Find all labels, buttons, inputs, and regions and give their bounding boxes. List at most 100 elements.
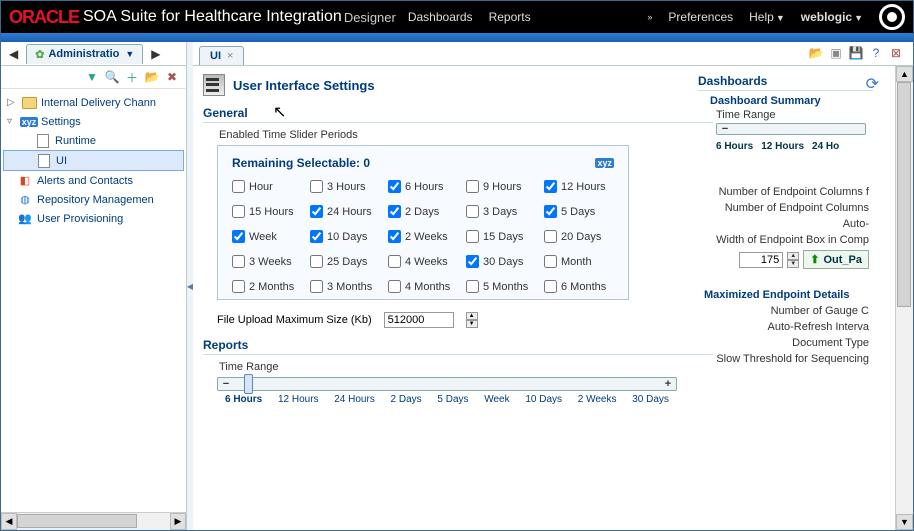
period-checkbox[interactable]: 3 Hours xyxy=(310,180,380,193)
scroll-left-button[interactable]: ◀ xyxy=(1,513,17,530)
period-checkbox[interactable]: 6 Months xyxy=(544,280,614,293)
close-tab-icon[interactable]: × xyxy=(227,50,233,62)
period-checkbox[interactable]: 10 Days xyxy=(310,230,380,243)
tree-alerts[interactable]: ◧ Alerts and Contacts xyxy=(3,171,184,190)
reports-time-slider[interactable]: − + xyxy=(217,377,677,391)
period-checkbox[interactable]: 5 Days xyxy=(544,205,614,218)
period-checkbox-input[interactable] xyxy=(544,280,557,293)
period-checkbox[interactable]: 30 Days xyxy=(466,255,536,268)
sidebar-hscrollbar[interactable]: ◀ ▶ xyxy=(1,512,186,530)
scroll-right-button[interactable]: ▶ xyxy=(170,513,186,530)
period-checkbox[interactable]: 24 Hours xyxy=(310,205,380,218)
tree-user-prov[interactable]: 👥 User Provisioning xyxy=(3,209,184,228)
search-icon[interactable]: 🔍 xyxy=(104,69,120,85)
filter-icon[interactable]: ▼ xyxy=(84,69,100,85)
period-checkbox[interactable]: 4 Months xyxy=(388,280,458,293)
period-checkbox-input[interactable] xyxy=(310,255,323,268)
spinner-down-icon[interactable]: ▼ xyxy=(787,260,799,268)
period-checkbox[interactable]: 20 Days xyxy=(544,230,614,243)
spinner-down-icon[interactable]: ▼ xyxy=(466,320,478,328)
add-icon[interactable]: ＋ xyxy=(124,69,140,85)
period-checkbox-input[interactable] xyxy=(310,180,323,193)
period-checkbox-input[interactable] xyxy=(232,230,245,243)
period-checkbox[interactable]: 3 Weeks xyxy=(232,255,302,268)
slider-plus-icon[interactable]: + xyxy=(662,378,674,390)
period-checkbox-input[interactable] xyxy=(310,205,323,218)
slider-minus-icon[interactable]: − xyxy=(220,378,232,390)
period-checkbox-input[interactable] xyxy=(466,255,479,268)
spinner-up-icon[interactable]: ▲ xyxy=(787,252,799,260)
tree-repo[interactable]: ◍ Repository Managemen xyxy=(3,190,184,209)
period-checkbox-input[interactable] xyxy=(466,280,479,293)
period-checkbox-input[interactable] xyxy=(388,180,401,193)
period-checkbox[interactable]: 5 Months xyxy=(466,280,536,293)
out-endpoint-button[interactable]: ⬆ Out_Pa xyxy=(803,250,869,269)
nav-dashboards[interactable]: Dashboards xyxy=(408,10,473,24)
width-input[interactable] xyxy=(739,252,783,268)
period-checkbox[interactable]: Hour xyxy=(232,180,302,193)
help-menu[interactable]: Help▼ xyxy=(749,10,785,24)
period-checkbox-input[interactable] xyxy=(232,205,245,218)
sidebar-tab-admin[interactable]: ✿ Administratio ▼ xyxy=(26,44,143,64)
tab-dropdown-icon[interactable]: ▼ xyxy=(125,49,134,59)
period-checkbox-input[interactable] xyxy=(232,280,245,293)
period-checkbox[interactable]: 4 Weeks xyxy=(388,255,458,268)
preferences-link[interactable]: Preferences xyxy=(668,10,733,24)
user-menu[interactable]: weblogic▼ xyxy=(801,10,863,24)
slider-thumb[interactable] xyxy=(244,374,253,394)
tree-internal-delivery[interactable]: ▷ Internal Delivery Chann xyxy=(3,93,184,112)
period-checkbox-input[interactable] xyxy=(310,230,323,243)
period-checkbox-input[interactable] xyxy=(544,180,557,193)
open-icon[interactable]: 📂 xyxy=(807,44,825,62)
period-checkbox[interactable]: 15 Days xyxy=(466,230,536,243)
collapse-icon[interactable]: ▿ xyxy=(7,116,17,127)
period-checkbox-input[interactable] xyxy=(232,255,245,268)
scroll-up-button[interactable]: ▲ xyxy=(896,66,913,82)
scroll-thumb[interactable] xyxy=(897,82,911,307)
period-checkbox-input[interactable] xyxy=(232,180,245,193)
period-checkbox-input[interactable] xyxy=(388,280,401,293)
scroll-thumb[interactable] xyxy=(17,514,137,528)
tree-settings[interactable]: ▿ xyz Settings xyxy=(3,112,184,131)
period-checkbox[interactable]: 15 Hours xyxy=(232,205,302,218)
expand-icon[interactable]: ▷ xyxy=(7,97,17,108)
tree-runtime[interactable]: Runtime xyxy=(3,131,184,150)
period-checkbox-input[interactable] xyxy=(310,280,323,293)
close-all-icon[interactable]: ⊠ xyxy=(887,44,905,62)
tab-next-button[interactable]: ▶ xyxy=(147,47,164,61)
delete-icon[interactable]: ✖ xyxy=(164,69,180,85)
scroll-down-button[interactable]: ▼ xyxy=(896,514,913,530)
period-checkbox[interactable]: 2 Days xyxy=(388,205,458,218)
period-checkbox-input[interactable] xyxy=(544,255,557,268)
period-checkbox[interactable]: 2 Weeks xyxy=(388,230,458,243)
period-checkbox[interactable]: 25 Days xyxy=(310,255,380,268)
nav-reports[interactable]: Reports xyxy=(489,10,531,24)
tab-prev-button[interactable]: ◀ xyxy=(5,47,22,61)
period-checkbox[interactable]: 3 Days xyxy=(466,205,536,218)
period-checkbox-input[interactable] xyxy=(466,230,479,243)
period-checkbox-input[interactable] xyxy=(466,205,479,218)
import-icon[interactable]: ▣ xyxy=(827,44,845,62)
spinner-up-icon[interactable]: ▲ xyxy=(466,312,478,320)
period-checkbox[interactable]: 12 Hours xyxy=(544,180,614,193)
period-checkbox-input[interactable] xyxy=(388,205,401,218)
period-checkbox[interactable]: Week xyxy=(232,230,302,243)
period-checkbox[interactable]: 2 Months xyxy=(232,280,302,293)
content-tab-ui[interactable]: UI × xyxy=(199,46,244,65)
slider-minus-icon[interactable]: − xyxy=(719,123,731,135)
file-upload-input[interactable] xyxy=(384,312,454,328)
dashboard-time-slider[interactable]: − + xyxy=(716,123,866,135)
help-icon[interactable]: ? xyxy=(867,44,885,62)
content-vscrollbar[interactable]: ▲ ▼ xyxy=(895,66,913,530)
save-icon[interactable]: 💾 xyxy=(847,44,865,62)
period-checkbox-input[interactable] xyxy=(388,230,401,243)
period-checkbox[interactable]: 3 Months xyxy=(310,280,380,293)
period-checkbox-input[interactable] xyxy=(544,230,557,243)
period-checkbox-input[interactable] xyxy=(466,180,479,193)
period-checkbox[interactable]: 6 Hours xyxy=(388,180,458,193)
open-folder-icon[interactable]: 📂 xyxy=(144,69,160,85)
tree-ui[interactable]: UI xyxy=(3,150,184,171)
period-checkbox-input[interactable] xyxy=(544,205,557,218)
period-checkbox[interactable]: Month xyxy=(544,255,614,268)
period-checkbox-input[interactable] xyxy=(388,255,401,268)
